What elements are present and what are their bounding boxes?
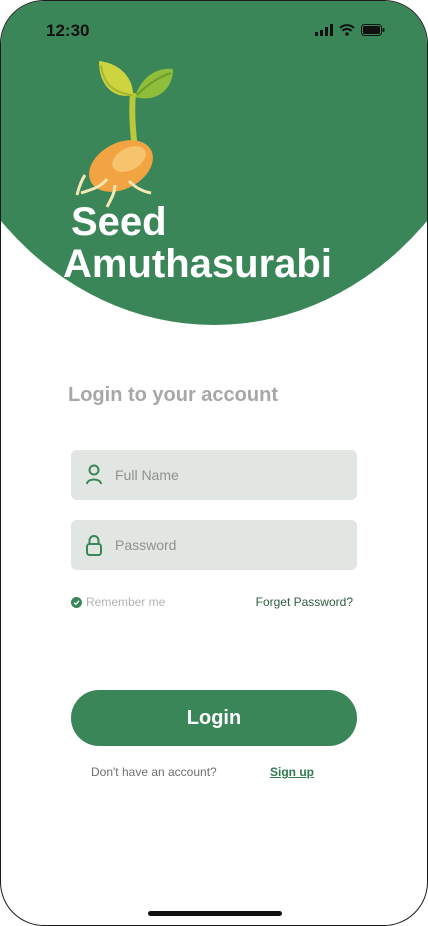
login-button[interactable]: Login xyxy=(71,690,357,746)
check-circle-icon xyxy=(71,596,82,608)
battery-icon xyxy=(361,24,385,36)
wifi-icon xyxy=(339,24,355,36)
remember-me-label: Remember me xyxy=(86,595,166,609)
full-name-field[interactable] xyxy=(71,450,357,500)
brand-line-1: Seed xyxy=(71,200,167,244)
brand-line-2: Amuthasurabi xyxy=(63,242,332,286)
status-icons xyxy=(315,24,385,36)
remember-me-checkbox[interactable]: Remember me xyxy=(71,595,165,609)
sign-up-link[interactable]: Sign up xyxy=(270,765,314,779)
signal-icon xyxy=(315,24,333,36)
phone-frame: 12:30 Seed Amuthasurabi Login to your ac… xyxy=(0,0,428,926)
lock-icon xyxy=(85,534,103,556)
login-heading: Login to your account xyxy=(68,384,278,406)
home-indicator xyxy=(148,911,282,916)
status-bar: 12:30 xyxy=(1,1,427,61)
forgot-password-link[interactable]: Forget Password? xyxy=(256,595,353,609)
no-account-text: Don't have an account? xyxy=(91,765,217,779)
full-name-input[interactable] xyxy=(113,466,337,484)
status-time: 12:30 xyxy=(46,21,90,40)
user-icon xyxy=(85,464,103,486)
password-input[interactable] xyxy=(113,536,337,554)
password-field[interactable] xyxy=(71,520,357,570)
brand-title: Seed Amuthasurabi xyxy=(63,201,332,285)
seed-sprout-icon xyxy=(75,61,173,208)
